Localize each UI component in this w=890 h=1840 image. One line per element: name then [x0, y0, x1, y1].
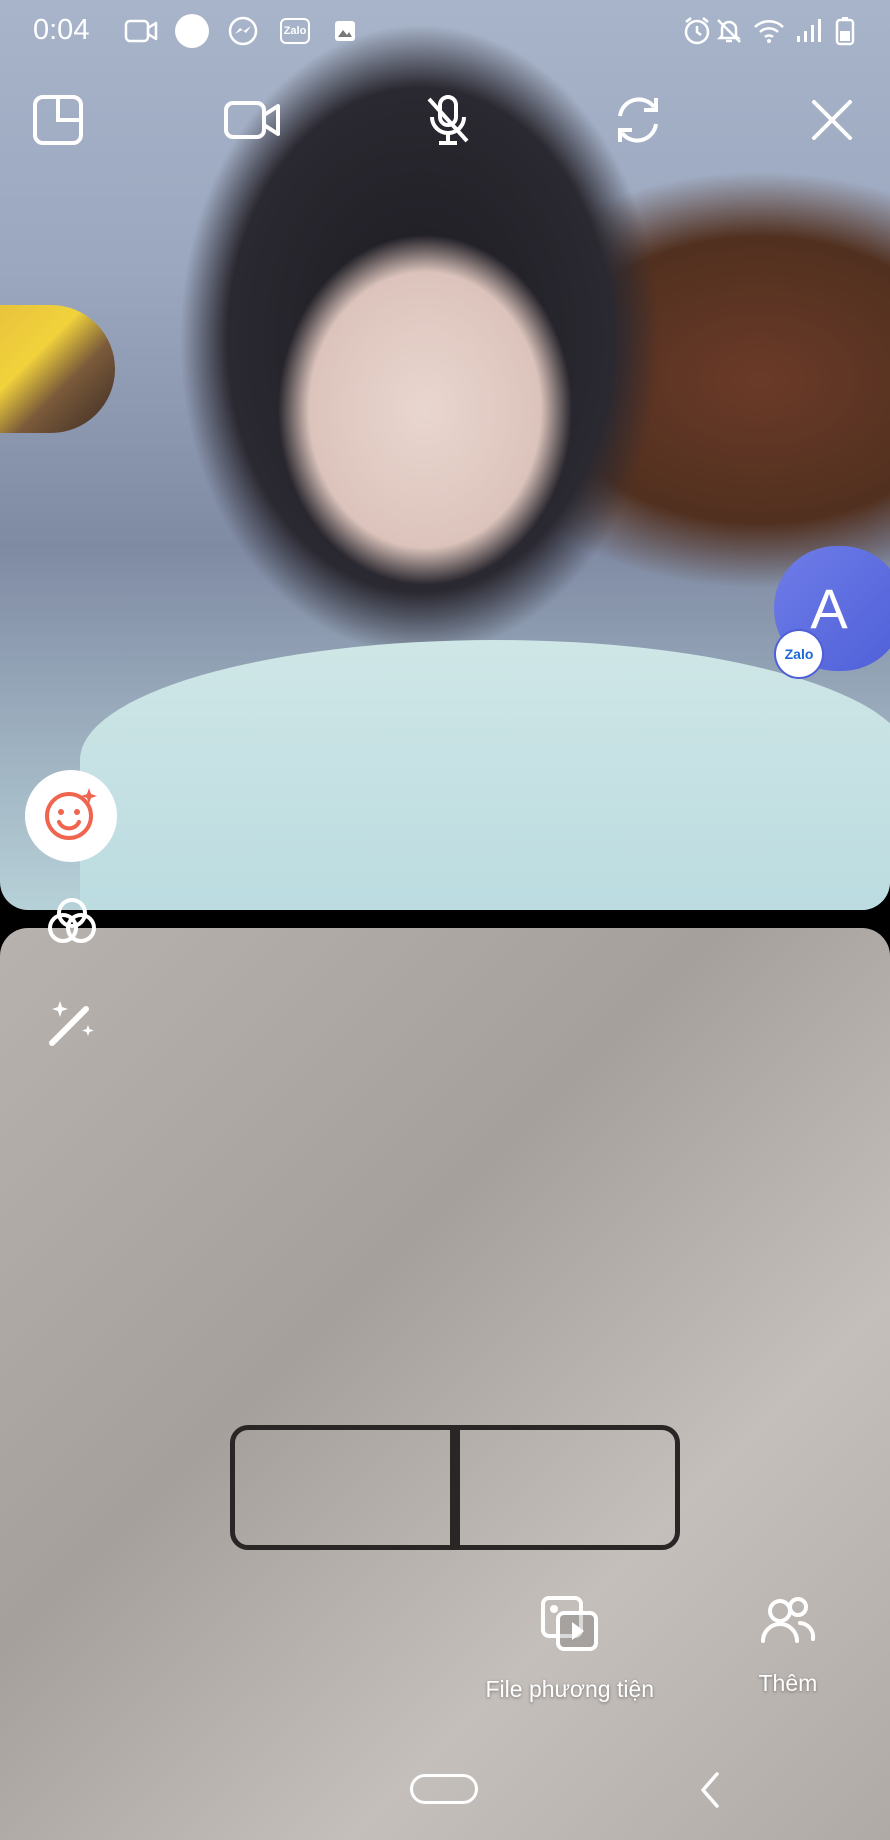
magic-wand-button[interactable] — [42, 995, 102, 1055]
video-call-screen: 0:04 Zalo A Zalo File phương tiện Thêm — [0, 0, 890, 1840]
minimize-call-button[interactable] — [28, 92, 88, 152]
filters-icon — [46, 895, 98, 952]
more-label: Thêm — [758, 1670, 818, 1696]
close-icon — [808, 96, 856, 149]
alarm-icon — [680, 15, 714, 47]
mic-muted-icon — [423, 93, 473, 152]
video-camera-icon — [124, 15, 158, 47]
battery-icon — [828, 15, 862, 47]
switch-camera-icon — [610, 92, 666, 153]
circle-icon — [175, 14, 209, 48]
filters-button[interactable] — [42, 893, 102, 953]
status-bar: 0:04 Zalo — [0, 0, 890, 64]
media-file-label: File phương tiện — [485, 1676, 655, 1702]
remote-video-subject — [80, 640, 890, 910]
signal-icon — [792, 15, 826, 47]
toggle-mic-button[interactable] — [418, 92, 478, 152]
media-file-icon — [540, 1595, 600, 1658]
zalo-badge: Zalo — [776, 631, 822, 677]
back-button[interactable] — [695, 1770, 725, 1810]
switch-camera-button[interactable] — [608, 92, 668, 152]
home-button[interactable] — [410, 1774, 478, 1804]
status-time: 0:04 — [33, 14, 90, 46]
mute-icon — [712, 15, 746, 47]
add-people-icon — [760, 1595, 816, 1652]
zalo-icon: Zalo — [278, 15, 312, 47]
media-file-button[interactable]: File phương tiện — [485, 1595, 655, 1703]
wifi-icon — [752, 15, 786, 47]
end-call-button[interactable] — [802, 92, 862, 152]
avatar-initial: A — [810, 577, 848, 640]
camera-toggle-icon — [223, 98, 281, 147]
more-button[interactable]: Thêm — [758, 1595, 818, 1697]
minimize-window-icon — [31, 93, 85, 152]
local-video-pane[interactable] — [0, 928, 890, 1840]
toggle-camera-button[interactable] — [222, 92, 282, 152]
beauty-face-button[interactable] — [25, 770, 117, 862]
local-video-subject — [230, 1425, 680, 1550]
magic-wand-icon — [46, 997, 98, 1054]
beauty-face-icon — [42, 785, 100, 848]
messenger-icon — [226, 15, 260, 47]
back-arrow-icon — [695, 1772, 725, 1814]
image-icon — [328, 15, 362, 47]
